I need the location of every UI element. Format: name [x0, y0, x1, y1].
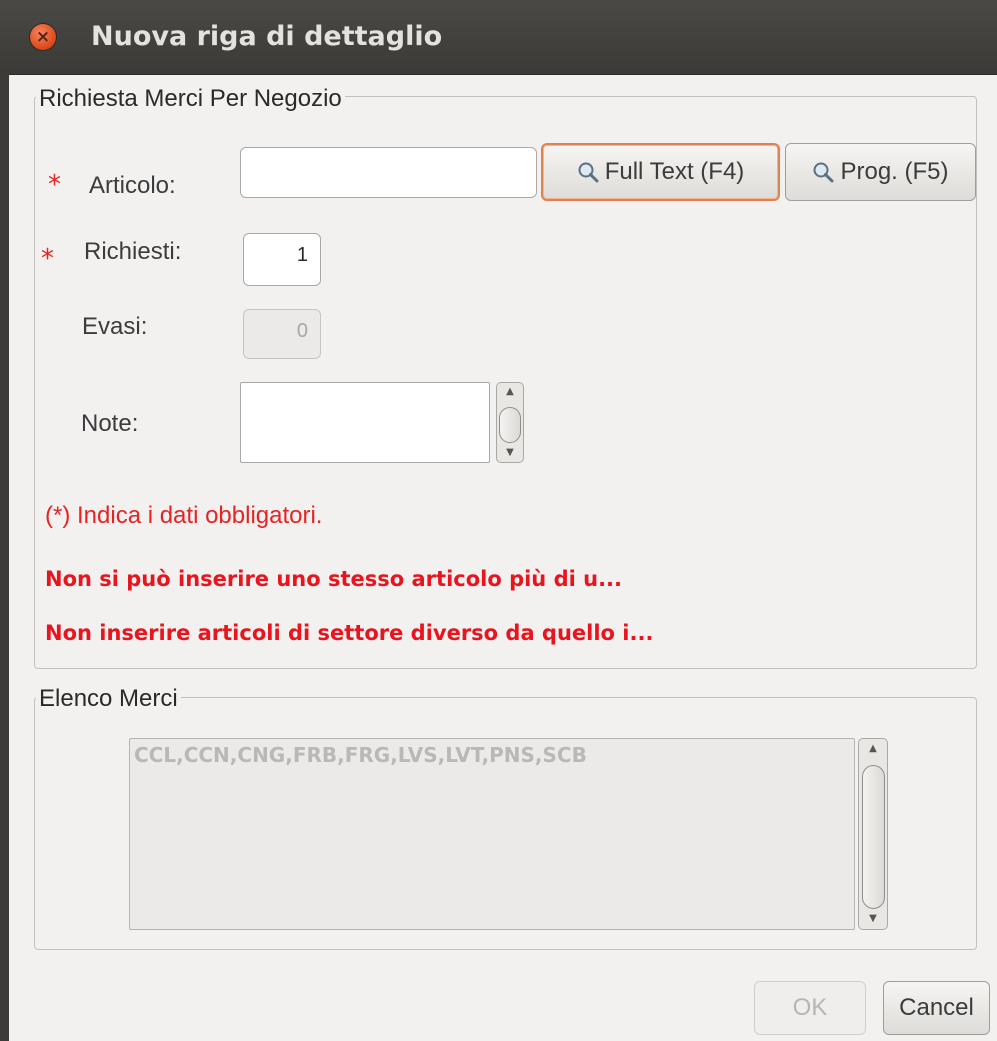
articolo-required-marker: * — [48, 170, 61, 200]
full-text-search-button[interactable]: Full Text (F4) — [541, 143, 780, 201]
prog-search-button[interactable]: Prog. (F5) — [785, 143, 976, 201]
window-title: Nuova riga di dettaglio — [91, 21, 443, 52]
note-textarea[interactable] — [240, 382, 490, 463]
note-label: Note: — [81, 410, 139, 437]
scroll-up-icon[interactable]: ▲ — [859, 743, 887, 754]
ok-button[interactable]: OK — [754, 981, 866, 1035]
cancel-button[interactable]: Cancel — [883, 981, 990, 1035]
goods-group-legend: Elenco Merci — [36, 684, 181, 714]
window-left-edge — [0, 74, 9, 1041]
articolo-input[interactable] — [240, 147, 537, 198]
request-group-legend: Richiesta Merci Per Negozio — [36, 84, 345, 114]
richiesti-input[interactable]: 1 — [243, 233, 321, 286]
goods-list-textarea: CCL,CCN,CNG,FRB,FRG,LVS,LVT,PNS,SCB — [129, 738, 855, 930]
required-fields-hint: (*) Indica i dati obbligatori. — [45, 502, 323, 529]
close-icon[interactable]: × — [30, 24, 56, 50]
articolo-label: Articolo: — [89, 172, 176, 199]
warning-sector-mismatch: Non inserire articoli di settore diverso… — [45, 621, 654, 645]
scroll-down-icon[interactable]: ▼ — [497, 447, 523, 458]
evasi-label: Evasi: — [82, 313, 148, 340]
richiesti-label: Richiesti: — [84, 238, 182, 265]
evasi-input: 0 — [243, 309, 321, 359]
full-text-button-label: Full Text (F4) — [604, 158, 745, 185]
prog-button-label: Prog. (F5) — [840, 158, 949, 185]
magnifier-icon — [578, 162, 599, 183]
richiesti-required-marker: * — [41, 244, 54, 274]
magnifier-icon — [813, 162, 834, 183]
scroll-up-icon[interactable]: ▲ — [497, 386, 523, 397]
window-titlebar: × Nuova riga di dettaglio — [0, 0, 997, 75]
note-scrollbar-thumb[interactable] — [499, 407, 521, 443]
warning-duplicate-article: Non si può inserire uno stesso articolo … — [45, 567, 622, 591]
scroll-down-icon[interactable]: ▼ — [859, 913, 887, 924]
goods-list-scrollbar[interactable]: ▲ ▼ — [858, 738, 888, 930]
goods-list-text: CCL,CCN,CNG,FRB,FRG,LVS,LVT,PNS,SCB — [134, 743, 587, 767]
note-scrollbar[interactable]: ▲ ▼ — [496, 382, 524, 463]
goods-scrollbar-thumb[interactable] — [862, 765, 885, 909]
